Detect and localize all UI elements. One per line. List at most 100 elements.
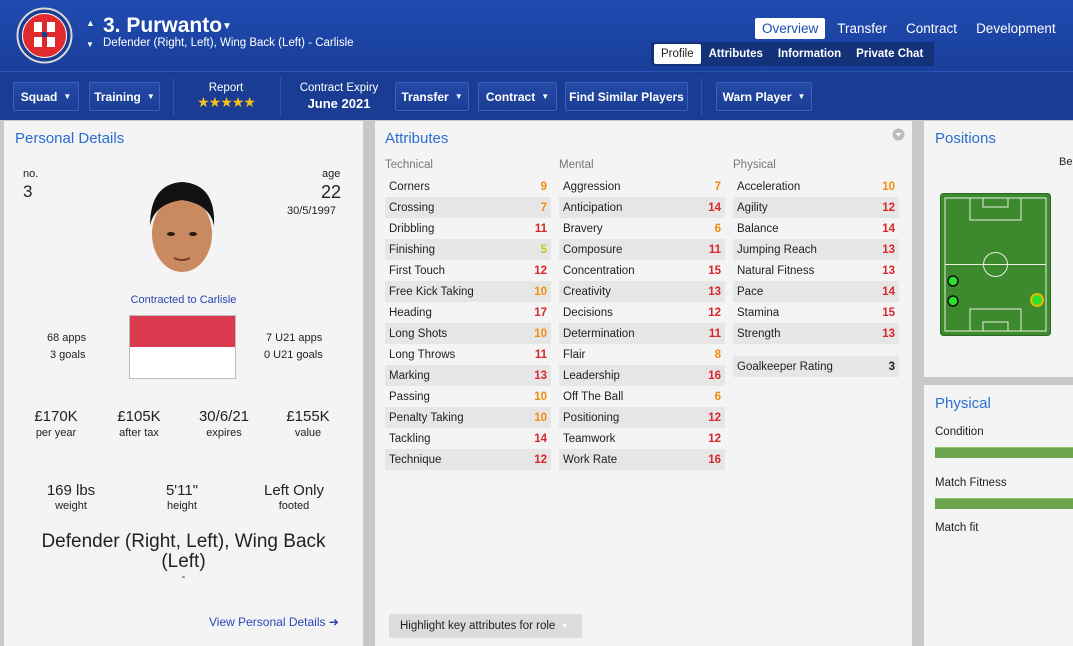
attribute-name: Finishing — [389, 243, 436, 256]
match-fitness-label: Match Fitness — [935, 477, 1007, 489]
subtitle-toggle-icon[interactable]: ▼ — [86, 40, 94, 49]
panel-title: Personal Details — [15, 130, 125, 147]
attribute-name: Goalkeeper Rating — [737, 360, 833, 373]
find-similar-players-button[interactable]: Find Similar Players — [565, 82, 688, 111]
wage-value: £170K — [34, 408, 78, 425]
attribute-name: Long Shots — [389, 327, 448, 340]
training-button[interactable]: Training ▼ — [89, 82, 160, 111]
attribute-row: Balance 14 — [733, 218, 899, 239]
attribute-row: Tackling 14 — [385, 428, 551, 449]
footed-caption: footed — [278, 500, 310, 512]
attribute-row: Acceleration 10 — [733, 176, 899, 197]
apps: 68 apps — [47, 332, 87, 344]
tab-more[interactable]: F — [1068, 18, 1073, 39]
contract-expiry-value: June 2021 — [307, 96, 371, 111]
position-pitch[interactable] — [940, 193, 1051, 336]
attribute-value: 16 — [708, 369, 721, 382]
number-label: no. — [23, 168, 39, 180]
chevron-down-icon: ▼ — [561, 622, 569, 630]
subtab-information[interactable]: Information — [771, 44, 848, 64]
chevron-down-icon[interactable]: ▼ — [222, 21, 232, 32]
attribute-name: Marking — [389, 369, 430, 382]
attribute-row: Penalty Taking 10 — [385, 407, 551, 428]
attribute-value: 12 — [708, 306, 721, 319]
attribute-name: Teamwork — [563, 432, 616, 445]
date-of-birth: 30/5/1997 — [287, 205, 336, 217]
attribute-value: 3 — [888, 360, 895, 373]
mental-column: Mental Aggression 7 Anticipation 14 Bravery 6… — [559, 159, 725, 470]
attribute-row: Work Rate 16 — [559, 449, 725, 470]
contracted-to-link[interactable]: Contracted to Carlisle — [4, 294, 363, 306]
tab-contract[interactable]: Contract — [899, 18, 964, 39]
attribute-value: 12 — [534, 453, 547, 466]
arrow-right-icon: ➜ — [328, 615, 339, 629]
footed-value: Left Only — [263, 482, 325, 499]
attribute-row: Stamina 15 — [733, 302, 899, 323]
attribute-value: 13 — [708, 285, 721, 298]
transfer-button[interactable]: Transfer ▼ — [395, 82, 469, 111]
view-personal-details-link[interactable]: View Personal Details ➜ — [209, 615, 339, 629]
attribute-name: Work Rate — [563, 453, 618, 466]
attribute-name: Decisions — [563, 306, 613, 319]
highlight-key-attributes-button[interactable]: Highlight key attributes for role ▼ — [389, 614, 582, 638]
physical-column: Physical Acceleration 10 Agility 12 Balance 1… — [733, 159, 899, 377]
panel-title: Attributes — [385, 130, 449, 147]
squad-button[interactable]: Squad ▼ — [13, 82, 79, 111]
contract-expiry-label: Contract Expiry — [299, 82, 379, 94]
attributes-panel: Attributes Technical Corners 9 Crossing 7 Dr… — [375, 121, 912, 646]
attribute-value: 13 — [882, 264, 895, 277]
age-label: age — [322, 168, 341, 180]
subtab-attributes[interactable]: Attributes — [702, 44, 770, 64]
contract-button[interactable]: Contract ▼ — [478, 82, 557, 111]
attribute-value: 14 — [882, 222, 895, 235]
goals: 3 goals — [50, 349, 86, 361]
position-description: Defender (Right, Left), Wing Back (Left)… — [4, 532, 363, 583]
attribute-value: 15 — [882, 306, 895, 319]
value-caption: value — [294, 427, 322, 439]
attribute-value: 12 — [708, 411, 721, 424]
attribute-name: Passing — [389, 390, 430, 403]
warn-player-button[interactable]: Warn Player ▼ — [716, 82, 812, 111]
attribute-value: 13 — [882, 243, 895, 256]
tab-development[interactable]: Development — [969, 18, 1063, 39]
position-dot — [947, 295, 959, 307]
report-info[interactable]: Report ★★★★★ — [190, 82, 262, 111]
subtab-private-chat[interactable]: Private Chat — [849, 44, 930, 64]
attribute-row: Technique 12 — [385, 449, 551, 470]
flag-red-stripe — [130, 316, 235, 347]
after-tax-caption: after tax — [119, 427, 159, 439]
expires-caption: expires — [206, 427, 242, 439]
transfer-label: Transfer — [401, 89, 449, 104]
attribute-name: Flair — [563, 348, 586, 361]
name-nav-arrows-icon[interactable]: ▲ — [86, 18, 95, 28]
attribute-value: 7 — [540, 201, 547, 214]
attribute-row: Leadership 16 — [559, 365, 725, 386]
report-label: Report — [208, 82, 244, 94]
subtab-profile[interactable]: Profile — [654, 44, 701, 64]
attribute-value: 11 — [534, 348, 547, 361]
attribute-row: Aggression 7 — [559, 176, 725, 197]
attribute-row: Dribbling 11 — [385, 218, 551, 239]
chevron-down-icon: ▼ — [541, 92, 550, 101]
u21-apps: 7 U21 apps — [266, 332, 323, 344]
attribute-value: 12 — [534, 264, 547, 277]
divider — [701, 78, 702, 115]
panel-menu-icon[interactable] — [892, 128, 905, 141]
positions-corner-text: Be — [1059, 156, 1073, 168]
attribute-name: Free Kick Taking — [389, 285, 474, 298]
tab-overview[interactable]: Overview — [755, 18, 826, 39]
attribute-name: Bravery — [563, 222, 603, 235]
positions-panel: Positions Be — [924, 121, 1073, 377]
player-name[interactable]: 3. Purwanto — [103, 14, 222, 38]
attribute-value: 11 — [708, 243, 721, 256]
chevron-down-icon: ▼ — [146, 92, 155, 101]
attribute-value: 10 — [882, 180, 895, 193]
tab-transfer[interactable]: Transfer — [830, 18, 894, 39]
attribute-value: 6 — [714, 390, 721, 403]
attribute-value: 10 — [534, 390, 547, 403]
attribute-row: Agility 12 — [733, 197, 899, 218]
condition-bar — [935, 447, 1073, 458]
nationality-flag — [129, 315, 236, 379]
position-dash: - — [181, 571, 186, 583]
attribute-name: Technique — [389, 453, 442, 466]
